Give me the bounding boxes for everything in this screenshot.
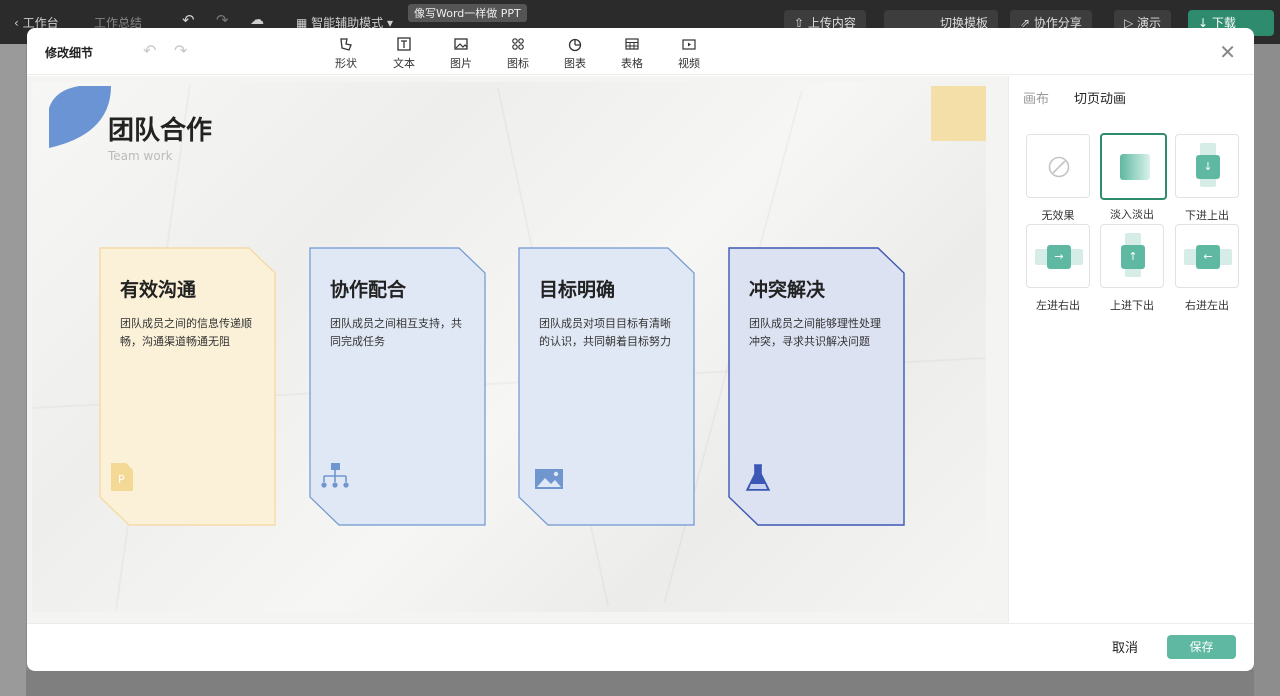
redo-icon[interactable]: ↷ — [174, 41, 187, 60]
animation-label: 无效果 — [1041, 209, 1075, 222]
toolbar-icons-label: 图标 — [507, 57, 529, 70]
cancel-button[interactable]: 取消 — [1112, 637, 1138, 656]
edit-details-modal: 修改细节 ↶ ↷ 形状 文本 图片 图标 图表 表格 视频 ✕ 团队合作 Tea… — [27, 28, 1254, 671]
tab-page-animation[interactable]: 切页动画 — [1074, 88, 1126, 107]
animation-label: 下进上出 — [1185, 209, 1229, 222]
text-icon — [397, 37, 411, 51]
undo-bg-icon[interactable]: ↶ — [182, 11, 195, 29]
animation-option-fade[interactable]: 淡入淡出 — [1100, 133, 1167, 222]
card-clear-goals[interactable]: 目标明确 团队成员对项目目标有清晰的认识，共同朝着目标努力 — [518, 247, 695, 527]
animation-preview: ↓ — [1175, 134, 1239, 198]
modal-header: 修改细节 ↶ ↷ 形状 文本 图片 图标 图表 表格 视频 ✕ — [27, 28, 1254, 75]
toolbar-shape-label: 形状 — [335, 57, 357, 70]
animation-label: 淡入淡出 — [1110, 208, 1154, 221]
card-title: 有效沟通 — [120, 279, 197, 301]
animation-preview: ← — [1175, 224, 1239, 288]
svg-text:P: P — [118, 473, 125, 486]
save-button[interactable]: 保存 — [1167, 635, 1236, 659]
org-chart-icon — [321, 463, 349, 488]
toolbar-table-label: 表格 — [621, 57, 643, 70]
animation-option-none[interactable]: 无效果 — [1026, 134, 1090, 223]
shape-icon — [340, 38, 352, 51]
slide-subtitle[interactable]: Team work — [108, 149, 173, 163]
toolbar-text-button[interactable]: 文本 — [384, 36, 424, 71]
animation-option-left-in-right-out[interactable]: → 左进右出 — [1026, 224, 1090, 313]
modal-footer: 取消 保存 — [27, 623, 1254, 671]
image-icon — [454, 38, 468, 50]
arrow-left-icon: ← — [1196, 245, 1220, 269]
toolbar-icons-button[interactable]: 图标 — [498, 36, 538, 71]
card-body: 团队成员对项目目标有清晰的认识，共同朝着目标努力 — [539, 317, 671, 348]
toolbar-text-label: 文本 — [393, 57, 415, 70]
card-title: 目标明确 — [539, 279, 616, 301]
modal-title: 修改细节 — [45, 46, 94, 60]
background-right-panel — [1254, 44, 1280, 696]
settings-panel: 画布 切页动画 无效果 淡入淡出 ↓ 下进上出 → 左进右出 ↑ 上进下出 ← … — [1008, 76, 1254, 623]
card-body: 团队成员之间能够理性处理冲突，寻求共识解决问题 — [749, 317, 881, 348]
title-decoration-shape[interactable] — [49, 86, 111, 148]
card-collaboration[interactable]: 协作配合 团队成员之间相互支持，共同完成任务 — [309, 247, 486, 527]
animation-preview-selected — [1100, 133, 1167, 200]
toolbar-table-button[interactable]: 表格 — [612, 36, 652, 71]
animation-preview: ↑ — [1100, 224, 1164, 288]
animation-preview — [1026, 134, 1090, 198]
card-body: 团队成员之间的信息传递顺畅，沟通渠道畅通无阻 — [120, 317, 252, 348]
card-title: 冲突解决 — [749, 279, 826, 301]
background-bottom-area — [26, 670, 1254, 696]
animation-label: 右进左出 — [1185, 299, 1229, 312]
chart-icon — [568, 38, 582, 52]
card-conflict-resolution[interactable]: 冲突解决 团队成员之间能够理性处理冲突，寻求共识解决问题 — [728, 247, 905, 527]
arrow-up-icon: ↑ — [1121, 245, 1145, 269]
animation-label: 左进右出 — [1036, 299, 1080, 312]
close-icon[interactable]: ✕ — [1219, 40, 1236, 64]
document-icon: P — [111, 463, 133, 491]
no-effect-icon — [1048, 156, 1070, 178]
picture-icon — [535, 469, 563, 489]
fade-icon — [1120, 154, 1150, 180]
animation-option-top-in-bottom-out[interactable]: ↑ 上进下出 — [1100, 224, 1164, 313]
card-body: 团队成员之间相互支持，共同完成任务 — [330, 317, 462, 348]
animation-preview: → — [1026, 224, 1090, 288]
cloud-icon: ☁ — [250, 12, 264, 28]
mode-tooltip: 像写Word一样做 PPT — [408, 4, 527, 22]
redo-bg-icon[interactable]: ↷ — [216, 11, 229, 29]
animation-option-bottom-in-top-out[interactable]: ↓ 下进上出 — [1175, 134, 1239, 223]
toolbar-chart-label: 图表 — [564, 57, 586, 70]
yellow-square-decoration[interactable] — [931, 86, 986, 141]
toolbar-video-button[interactable]: 视频 — [669, 36, 709, 71]
background-left-panel — [0, 44, 26, 696]
toolbar-image-button[interactable]: 图片 — [441, 36, 481, 71]
icons-icon — [512, 38, 524, 50]
toolbar-shape-button[interactable]: 形状 — [326, 36, 366, 71]
arrow-down-icon: ↓ — [1196, 155, 1220, 179]
toolbar-video-label: 视频 — [678, 57, 700, 70]
card-effective-communication[interactable]: 有效沟通 团队成员之间的信息传递顺畅，沟通渠道畅通无阻 P — [99, 247, 276, 527]
undo-icon[interactable]: ↶ — [143, 41, 156, 60]
arrow-right-icon: → — [1047, 245, 1071, 269]
card-title: 协作配合 — [330, 279, 407, 301]
tab-canvas[interactable]: 画布 — [1023, 88, 1049, 107]
slide-title[interactable]: 团队合作 — [108, 110, 212, 147]
slide-canvas[interactable]: 团队合作 Team work 有效沟通 团队成员之间的信息传递顺畅，沟通渠道畅通… — [27, 76, 1008, 623]
animation-option-right-in-left-out[interactable]: ← 右进左出 — [1175, 224, 1239, 313]
table-icon — [625, 38, 639, 50]
animation-label: 上进下出 — [1110, 299, 1154, 312]
video-icon — [682, 39, 696, 50]
toolbar-chart-button[interactable]: 图表 — [555, 36, 595, 71]
toolbar-image-label: 图片 — [450, 57, 472, 70]
flask-icon — [745, 464, 771, 491]
